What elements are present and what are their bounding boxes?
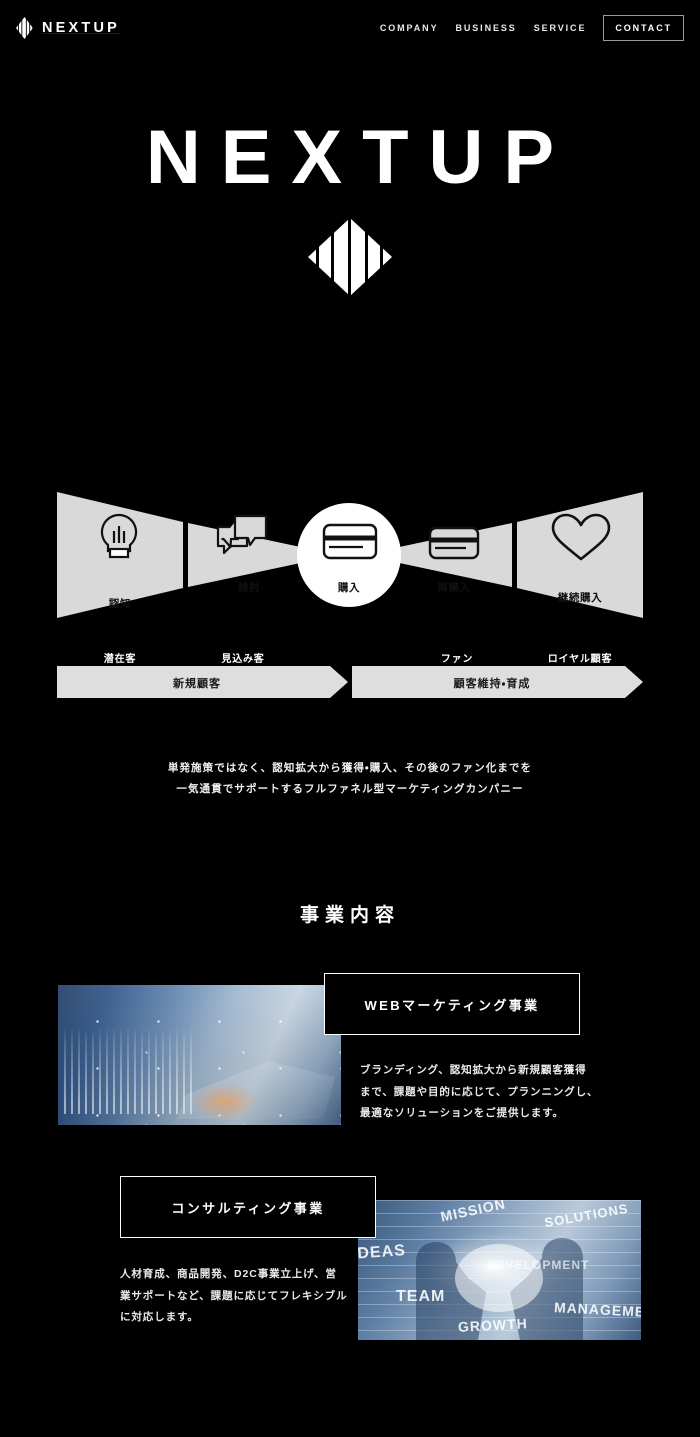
lead-paragraph: 単発施策ではなく、認知拡大から獲得・購入、その後のファン化までを 一気通貫でサポ… [0, 758, 700, 800]
lead-line-2: 一気通貫でサポートするフルファネル型マーケティングカンパニー [176, 783, 524, 795]
image-word-growth: GROWTH [457, 1315, 529, 1335]
funnel-caption-2: 見込み客 [221, 654, 265, 665]
nextup-diamond-emblem-icon [308, 218, 392, 296]
business-card-1-title: WEBマーケティング事業 [364, 997, 540, 1013]
nextup-diamond-mark-icon [16, 17, 33, 39]
business-card-2-title: コンサルティング事業 [171, 1200, 325, 1216]
business-card-2-title-box[interactable]: コンサルティング事業 [120, 1176, 376, 1238]
card-1-desc-line-1: ブランディング、認知拡大から新規顧客獲得 [360, 1064, 587, 1076]
funnel-bar-label-2: 顧客維持・育成 [453, 678, 531, 690]
card-2-desc-line-3: に対応します。 [120, 1311, 199, 1324]
main-nav: COMPANY BUSINESS SERVICE CONTACT [380, 15, 684, 41]
business-card-2-description: 人材育成、商品開発、D2C事業立上げ、営 業サポートなど、課題に応じてフレキシブ… [120, 1264, 365, 1329]
business-section-title: 事業内容 [299, 905, 400, 926]
page-root: NEXTUP COMPANY BUSINESS SERVICE CONTACT … [0, 0, 700, 1437]
funnel-caption-4: ファン [440, 654, 474, 665]
image-word-ideas: IDEAS [358, 1242, 407, 1263]
card-1-desc-line-3: 最適なソリューションをご提供します。 [360, 1107, 564, 1120]
image-word-team: TEAM [396, 1288, 446, 1305]
business-card-2-image-words: IDEAS MISSION SOLUTIONS DEVELOPMENT TEAM… [358, 1200, 641, 1340]
business-card-1-title-box[interactable]: WEBマーケティング事業 [324, 973, 580, 1035]
image-word-mission: MISSION [439, 1200, 508, 1225]
credit-card-icon-repurchase [428, 526, 480, 560]
funnel-stage-label-4: 再購入 [437, 582, 471, 594]
business-card-1-description: ブランディング、認知拡大から新規顧客獲得 まで、課題や目的に応じて、プランニング… [360, 1060, 600, 1125]
funnel-bar-label-1: 新規顧客 [173, 678, 221, 690]
nav-business[interactable]: BUSINESS [455, 23, 516, 33]
nav-company[interactable]: COMPANY [380, 23, 439, 33]
nav-service[interactable]: SERVICE [534, 23, 587, 33]
card-2-desc-line-2: 業サポートなど、課題に応じてフレキシブル [120, 1289, 348, 1302]
credit-card-icon-purchase [322, 523, 378, 560]
funnel-caption-5: ロイヤル顧客 [547, 654, 613, 665]
site-logo-text: NEXTUP [42, 19, 121, 36]
funnel-caption-1: 潜在客 [103, 654, 137, 665]
hero-title: NEXTUP [145, 115, 575, 200]
nav-contact[interactable]: CONTACT [603, 15, 684, 41]
site-header: NEXTUP COMPANY BUSINESS SERVICE CONTACT [0, 0, 700, 56]
card-1-desc-line-2: まで、課題や目的に応じて、プランニングし、 [360, 1085, 599, 1098]
lead-line-1: 単発施策ではなく、認知拡大から獲得・購入、その後のファン化までを [167, 762, 533, 774]
funnel-stage-label-5: 継続購入 [557, 592, 603, 604]
image-word-management: MANAGEMENT [553, 1299, 641, 1321]
business-card-1-image [58, 985, 341, 1125]
hero-section: NEXTUP [0, 120, 700, 320]
marketing-funnel-diagram: 認知 検討 購入 再購入 継続購入 潜在客 見込み客 ファン ロイヤル顧客 新規… [0, 470, 700, 720]
image-word-solutions: SOLUTIONS [543, 1200, 630, 1231]
funnel-stage-label-2: 検討 [237, 582, 261, 594]
image-word-development: DEVELOPMENT [487, 1258, 590, 1272]
funnel-stage-label-1: 認知 [108, 598, 132, 610]
funnel-stage-label-3: 購入 [337, 582, 361, 594]
card-2-desc-line-1: 人材育成、商品開発、D2C事業立上げ、営 [120, 1268, 337, 1280]
site-logo[interactable]: NEXTUP [16, 17, 120, 39]
business-card-2-image: IDEAS MISSION SOLUTIONS DEVELOPMENT TEAM… [358, 1200, 641, 1340]
